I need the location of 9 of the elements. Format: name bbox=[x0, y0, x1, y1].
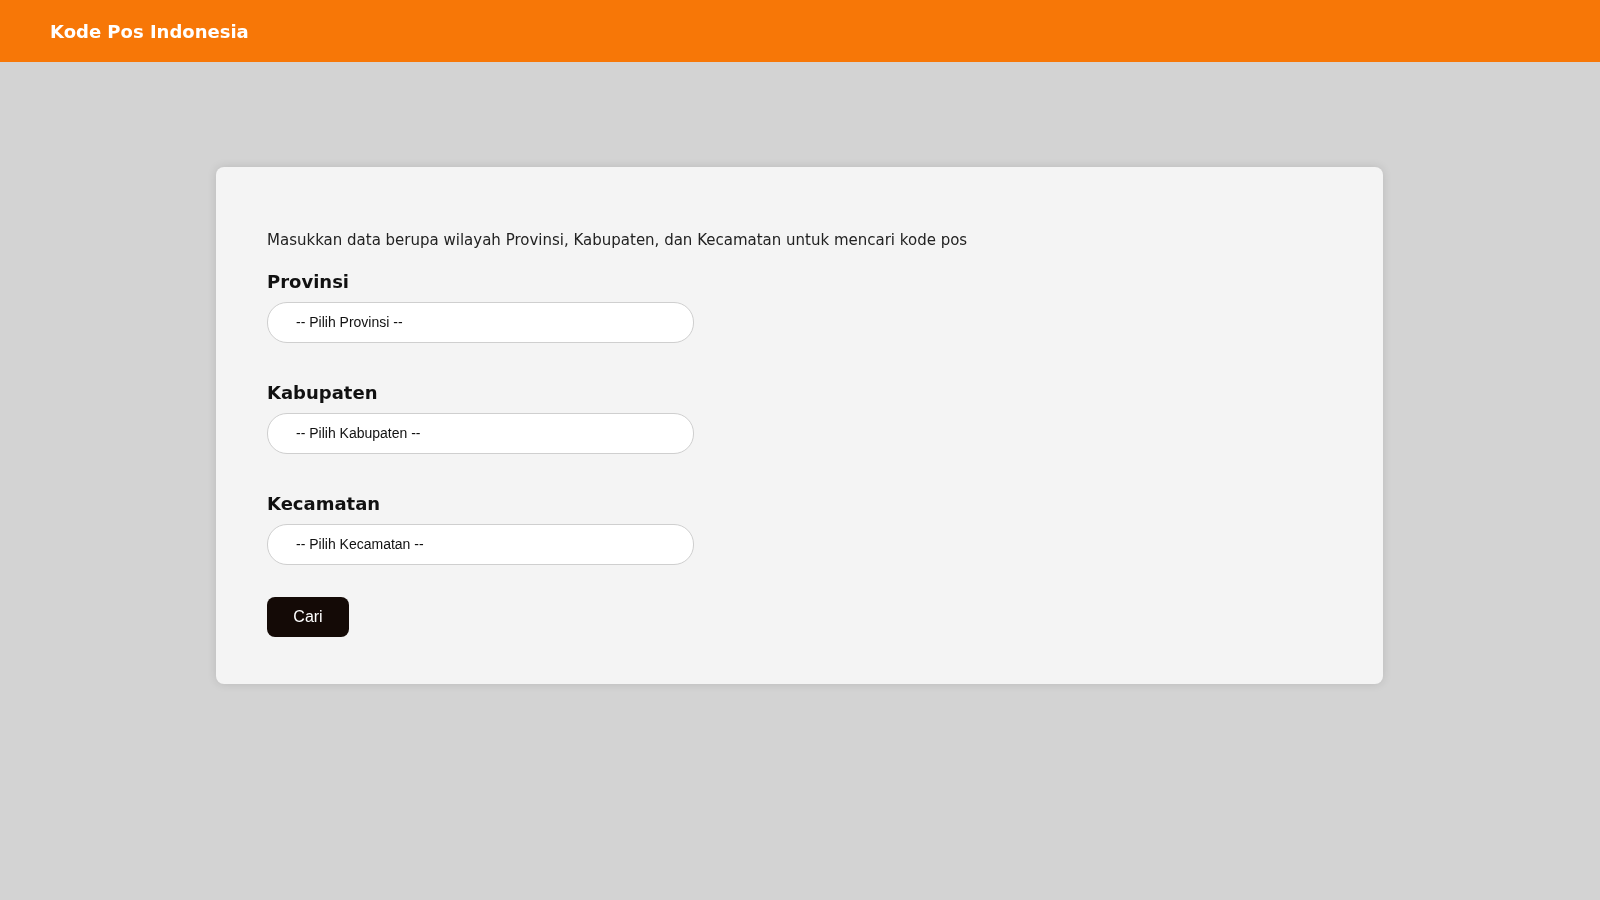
dropdown-field[interactable]: -- Pilih Kecamatan -- bbox=[267, 523, 694, 565]
dropdown-field[interactable]: -- Pilih Provinsi -- bbox=[267, 301, 694, 343]
dropdown-field[interactable]: -- Pilih Kabupaten -- bbox=[267, 412, 694, 454]
search-button[interactable]: Cari bbox=[267, 596, 349, 637]
intro-text: Masukkan data berupa wilayah Provinsi, Kabupaten, dan Kecamatan untuk mencari kode pos bbox=[267, 230, 969, 251]
field-label: Kecamatan bbox=[267, 493, 382, 514]
site-title: Kode Pos Indonesia bbox=[50, 19, 249, 44]
field-label: Provinsi bbox=[267, 271, 351, 292]
field-label: Kabupaten bbox=[267, 382, 379, 403]
